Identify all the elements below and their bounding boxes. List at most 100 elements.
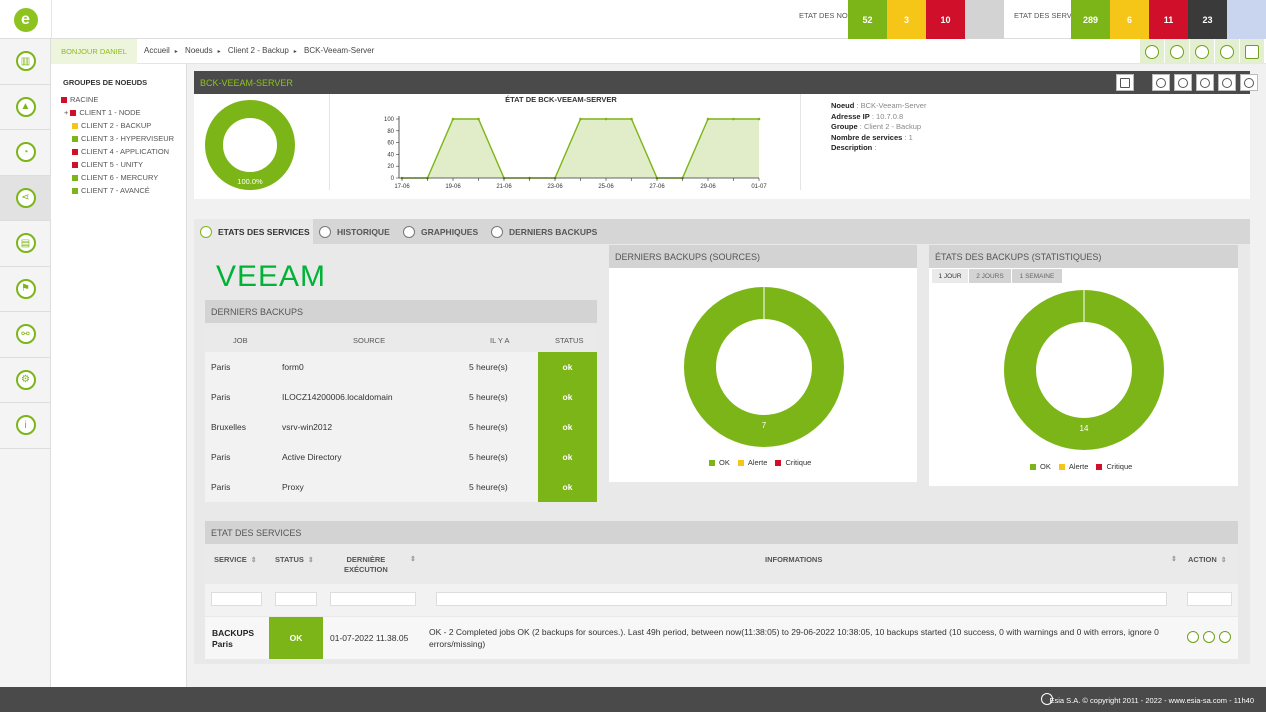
- lock-button[interactable]: [1240, 39, 1264, 64]
- sort-icon[interactable]: ⇕: [1171, 555, 1177, 563]
- sidebar-item-map[interactable]: ⚑: [0, 267, 51, 312]
- status-square: [70, 109, 77, 116]
- tree-node-client1[interactable]: + CLIENT 1 - NODE: [64, 108, 141, 117]
- x-tick-label: 19-06: [445, 184, 461, 190]
- status-square: [61, 96, 67, 103]
- monitor-button[interactable]: [1116, 74, 1134, 91]
- status-square: [72, 187, 78, 194]
- history-icon[interactable]: [1219, 631, 1231, 643]
- backup-icon: [491, 225, 503, 238]
- top-bar-spacer: [51, 0, 788, 39]
- veeam-logo: VEEAM: [216, 260, 327, 293]
- leaf-icon: [1220, 44, 1234, 59]
- sidebar-item-documents[interactable]: ▤: [0, 221, 51, 267]
- service-pending-count[interactable]: [1227, 0, 1266, 39]
- service-unknown-count[interactable]: 23: [1188, 0, 1227, 39]
- sidebar-item-nodes[interactable]: ⋖: [0, 175, 51, 221]
- refresh-button[interactable]: [1152, 74, 1170, 91]
- period-1-week[interactable]: 1 SEMAINE: [1012, 269, 1062, 283]
- node-critical-count[interactable]: 10: [926, 0, 965, 39]
- main-content: BCK-VEEAM-SERVER 100.0% ÉTAT DE BCK-VEEA…: [187, 64, 1266, 687]
- search-button[interactable]: [1190, 39, 1214, 64]
- sidebar-item-history[interactable]: ◔: [0, 130, 51, 176]
- tab-label: DERNIERS BACKUPS: [509, 226, 598, 237]
- stats-title: ÉTATS DES BACKUPS (STATISTIQUES): [929, 245, 1238, 268]
- node-unknown-count[interactable]: [965, 0, 1004, 39]
- check-now-icon[interactable]: [1187, 631, 1199, 643]
- x-tick-label: 29-06: [700, 184, 716, 190]
- export-icon: [1244, 77, 1254, 88]
- breadcrumb-home[interactable]: Accueil: [144, 46, 170, 55]
- export-button[interactable]: [1240, 74, 1258, 91]
- service-ok-count[interactable]: 289: [1071, 0, 1110, 39]
- tree-node-client4[interactable]: CLIENT 4 - APPLICATION: [72, 147, 169, 156]
- node-state-chart: ÉTAT DE BCK-VEEAM-SERVER 0 20 40 60 80 100 17-…: [384, 95, 767, 190]
- edit-icon: [1200, 77, 1210, 88]
- settings-icon: [1178, 77, 1188, 88]
- x-tick-label: 17-06: [394, 184, 410, 190]
- tree-node-label: CLIENT 2 - BACKUP: [81, 121, 152, 130]
- sidebar-item-alerts[interactable]: ▲: [0, 85, 51, 130]
- maintenance-button[interactable]: [1218, 74, 1236, 91]
- tab-service-states[interactable]: ETATS DES SERVICES: [194, 219, 313, 244]
- period-2-days[interactable]: 2 JOURS: [969, 269, 1011, 283]
- tree-node-client3[interactable]: CLIENT 3 - HYPERVISEUR: [72, 134, 174, 143]
- edit-button[interactable]: [1196, 74, 1214, 91]
- tree-node-client7[interactable]: CLIENT 7 - AVANCÉ: [72, 186, 150, 195]
- series-area: [402, 119, 759, 178]
- graph-icon[interactable]: [1203, 631, 1215, 643]
- settings-button[interactable]: [1174, 74, 1192, 91]
- legend-warning: Alerte: [747, 458, 768, 467]
- footer: Esia S.A. © copyright 2011 - 2022 - www.…: [0, 687, 1266, 712]
- filter-status-input[interactable]: [275, 592, 317, 606]
- table-row: BACKUPS Paris OK 01-07-2022 11.38.05 OK -…: [205, 617, 1238, 659]
- tab-history[interactable]: HISTORIQUE: [313, 219, 397, 244]
- sort-icon[interactable]: ⇕: [410, 555, 416, 563]
- column-last-exec[interactable]: DERNIÈRE EXÉCUTION: [344, 555, 388, 575]
- sidebar-item-dashboard[interactable]: ▥: [0, 39, 51, 85]
- column-service[interactable]: SERVICE ⇕: [214, 555, 257, 564]
- messages-button[interactable]: [1165, 39, 1189, 64]
- copyright-text: Esia S.A. © copyright 2011 - 2022 - www.…: [1049, 696, 1254, 705]
- status-badge: ok: [538, 472, 597, 502]
- node-warning-count[interactable]: 3: [887, 0, 926, 39]
- description-label: Description: [831, 143, 873, 152]
- breadcrumb-group[interactable]: Client 2 - Backup: [228, 46, 289, 55]
- service-critical-count[interactable]: 11: [1149, 0, 1188, 39]
- breadcrumb-nodes[interactable]: Noeuds: [185, 46, 213, 55]
- data-point: [630, 117, 633, 121]
- user-button[interactable]: [1140, 39, 1164, 64]
- expand-icon[interactable]: +: [64, 108, 68, 117]
- app-logo[interactable]: e: [0, 0, 51, 39]
- status-square: [72, 135, 78, 142]
- sidebar-item-info[interactable]: i: [0, 403, 51, 449]
- stats-legend: OK Alerte Critique: [1022, 462, 1132, 471]
- filter-service-input[interactable]: [211, 592, 262, 606]
- tree-node-root[interactable]: RACINE: [61, 95, 98, 104]
- period-1-day[interactable]: 1 JOUR: [932, 269, 968, 283]
- service-warning-count[interactable]: 6: [1110, 0, 1149, 39]
- tab-label: ETATS DES SERVICES: [218, 226, 310, 237]
- services-table-header: SERVICE ⇕ STATUS ⇕ DERNIÈRE EXÉCUTION ⇕ INF…: [205, 544, 1238, 584]
- tab-graphs[interactable]: GRAPHIQUES: [397, 219, 485, 244]
- tree-node-client5[interactable]: CLIENT 5 - UNITY: [72, 160, 143, 169]
- filter-info-input[interactable]: [436, 592, 1167, 606]
- node-panel-header: BCK-VEEAM-SERVER: [194, 71, 1258, 94]
- history-icon: ◔: [15, 142, 36, 163]
- service-name[interactable]: BACKUPS Paris: [212, 628, 254, 650]
- tree-node-client6[interactable]: CLIENT 6 - MERCURY: [72, 173, 158, 182]
- sidebar-item-settings[interactable]: ⚙: [0, 358, 51, 403]
- node-ok-count[interactable]: 52: [848, 0, 887, 39]
- filter-last-exec-input[interactable]: [330, 592, 416, 606]
- tab-last-backups[interactable]: DERNIERS BACKUPS: [485, 219, 602, 244]
- status-badge: OK: [269, 617, 323, 659]
- column-status[interactable]: STATUS ⇕: [275, 555, 314, 564]
- sidebar-item-groups[interactable]: ⚯: [0, 312, 51, 358]
- column-action[interactable]: ACTION ⇕: [1188, 555, 1227, 564]
- tab-label: HISTORIQUE: [337, 226, 390, 237]
- filter-action-input[interactable]: [1187, 592, 1232, 606]
- legend-ok: OK: [719, 458, 730, 467]
- mail-icon: [1170, 44, 1184, 59]
- favorite-button[interactable]: [1215, 39, 1239, 64]
- tree-node-client2[interactable]: CLIENT 2 - BACKUP: [72, 121, 151, 130]
